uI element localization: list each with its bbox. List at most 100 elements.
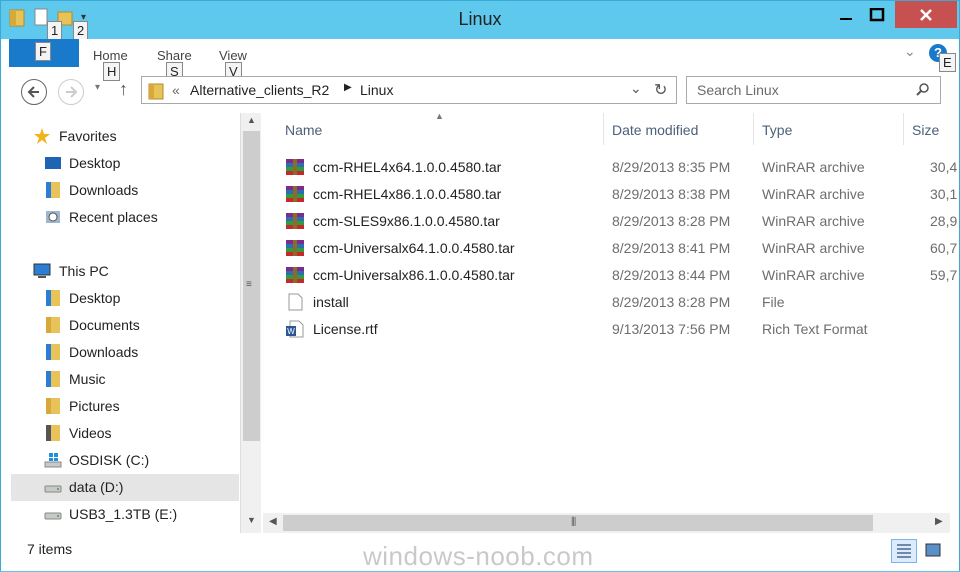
nav-item-label: USB3_1.3TB (E:) — [69, 506, 178, 522]
nav-favorites-label: Favorites — [59, 128, 117, 144]
refresh-icon[interactable]: ↻ — [654, 80, 667, 100]
file-row[interactable]: install 8/29/2013 8:28 PM File — [263, 289, 959, 316]
column-date-modified[interactable]: Date modified — [612, 122, 698, 138]
search-icon[interactable] — [916, 83, 930, 97]
column-type[interactable]: Type — [762, 122, 792, 138]
file-date-modified: 8/29/2013 8:38 PM — [612, 186, 731, 202]
up-arrow-icon[interactable]: ↑ — [119, 79, 128, 100]
nav-item-label: Music — [69, 371, 106, 387]
file-type: WinRAR archive — [762, 267, 865, 283]
large-icons-view-button[interactable] — [921, 539, 947, 563]
scroll-down-icon[interactable]: ▼ — [247, 515, 256, 525]
scroll-thumb[interactable]: ⦀ — [283, 515, 873, 531]
file-row[interactable]: ccm-Universalx86.1.0.0.4580.tar 8/29/2013… — [263, 262, 959, 289]
grip-icon: ≡ — [246, 279, 252, 290]
file-name: ccm-SLES9x86.1.0.0.4580.tar — [313, 213, 500, 229]
column-name[interactable]: Name — [285, 122, 322, 138]
details-view-icon — [897, 544, 911, 558]
breadcrumb-overflow[interactable]: « — [172, 82, 180, 98]
file-size: 60,7 — [930, 240, 958, 256]
nav-item-label: Desktop — [69, 290, 121, 306]
nav-item-desktop[interactable]: Desktop — [11, 150, 239, 177]
horizontal-scrollbar[interactable]: ◀ ⦀ ▶ — [263, 513, 950, 533]
tab-share[interactable]: Share — [157, 48, 192, 63]
nav-item-recent-places[interactable]: Recent places — [11, 204, 239, 231]
nav-item-documents[interactable]: Documents — [11, 312, 239, 339]
close-button[interactable] — [895, 1, 957, 28]
file-date-modified: 9/13/2013 7:56 PM — [612, 321, 731, 337]
scroll-left-icon[interactable]: ◀ — [269, 516, 277, 527]
file-tab[interactable]: F — [9, 39, 79, 67]
column-divider[interactable] — [903, 113, 904, 145]
star-icon — [34, 128, 50, 144]
pictures-folder-icon — [46, 398, 60, 414]
system-drive-icon — [44, 453, 62, 468]
nav-item-downloads[interactable]: Downloads — [11, 339, 239, 366]
nav-this-pc[interactable]: This PC — [11, 258, 239, 285]
file-row[interactable]: ccm-SLES9x86.1.0.0.4580.tar 8/29/2013 8:2… — [263, 208, 959, 235]
nav-item-videos[interactable]: Videos — [11, 420, 239, 447]
file-size: 30,1 — [930, 186, 958, 202]
minimize-button[interactable] — [828, 1, 864, 28]
file-size: 30,4 — [930, 159, 958, 175]
file-date-modified: 8/29/2013 8:28 PM — [612, 213, 731, 229]
file-type: WinRAR archive — [762, 240, 865, 256]
tab-home[interactable]: Home — [93, 48, 128, 63]
forward-arrow-icon — [66, 86, 78, 98]
back-button[interactable] — [21, 79, 47, 105]
column-divider[interactable] — [753, 113, 754, 145]
column-size[interactable]: Size — [912, 122, 939, 138]
svg-text:W: W — [287, 327, 295, 336]
ribbon-expand-icon[interactable]: ⌄ — [904, 43, 916, 60]
scroll-right-icon[interactable]: ▶ — [935, 516, 943, 527]
window-title: Linux — [458, 9, 502, 29]
forward-button[interactable] — [58, 79, 84, 105]
nav-item-osdisk[interactable]: OSDISK (C:) — [11, 447, 239, 474]
nav-item-data-drive[interactable]: data (D:) — [11, 474, 239, 501]
details-view-button[interactable] — [891, 539, 917, 563]
grip-icon: ⦀ — [571, 515, 577, 529]
recent-locations-icon[interactable]: ▾ — [95, 82, 100, 93]
file-row[interactable]: W License.rtf 9/13/2013 7:56 PM Rich Text F… — [263, 316, 959, 343]
back-arrow-icon — [27, 86, 39, 98]
navigation-scrollbar[interactable]: ▲ ≡ ▼ — [240, 113, 261, 533]
column-divider[interactable] — [603, 113, 604, 145]
file-date-modified: 8/29/2013 8:41 PM — [612, 240, 731, 256]
nav-item-music[interactable]: Music — [11, 366, 239, 393]
nav-item-label: Desktop — [69, 155, 121, 171]
file-row[interactable]: ccm-Universalx64.1.0.0.4580.tar 8/29/2013… — [263, 235, 959, 262]
file-size: 28,9 — [930, 213, 958, 229]
breadcrumb-item[interactable]: Linux — [360, 82, 393, 98]
file-name: ccm-Universalx64.1.0.0.4580.tar — [313, 240, 515, 256]
file-row[interactable]: ccm-RHEL4x64.1.0.0.4580.tar 8/29/2013 8:3… — [263, 154, 959, 181]
chevron-right-icon[interactable]: ▶ — [344, 82, 352, 93]
maximize-button[interactable] — [861, 1, 893, 28]
address-bar[interactable]: « Alternative_clients_R2 ▶ Linux ⌄ ↻ — [141, 76, 677, 104]
desktop-icon — [45, 157, 61, 169]
scroll-thumb[interactable]: ≡ — [243, 131, 260, 441]
tab-view[interactable]: View — [219, 48, 247, 63]
nav-item-downloads[interactable]: Downloads — [11, 177, 239, 204]
recent-places-icon — [46, 211, 60, 223]
nav-favorites[interactable]: Favorites — [11, 123, 239, 150]
breadcrumb-item[interactable]: Alternative_clients_R2 — [190, 82, 329, 98]
file-type: File — [762, 294, 785, 310]
nav-item-usb-drive[interactable]: USB3_1.3TB (E:) — [11, 501, 239, 528]
scroll-up-icon[interactable]: ▲ — [247, 115, 256, 125]
nav-item-pictures[interactable]: Pictures — [11, 393, 239, 420]
file-row[interactable]: ccm-RHEL4x86.1.0.0.4580.tar 8/29/2013 8:3… — [263, 181, 959, 208]
file-date-modified: 8/29/2013 8:28 PM — [612, 294, 731, 310]
chevron-down-icon[interactable]: ⌄ — [630, 80, 642, 97]
file-name: ccm-RHEL4x86.1.0.0.4580.tar — [313, 186, 502, 202]
search-box[interactable]: Search Linux — [686, 76, 941, 104]
folder-icon — [148, 83, 164, 100]
file-type: WinRAR archive — [762, 213, 865, 229]
downloads-folder-icon — [46, 182, 60, 198]
file-date-modified: 8/29/2013 8:44 PM — [612, 267, 731, 283]
file-type: WinRAR archive — [762, 159, 865, 175]
nav-item-desktop[interactable]: Desktop — [11, 285, 239, 312]
word-document-icon: W — [285, 320, 305, 341]
music-folder-icon — [46, 371, 60, 387]
documents-folder-icon — [46, 317, 60, 333]
ribbon: F Home Share View H S V ⌄ ? E — [1, 39, 959, 81]
